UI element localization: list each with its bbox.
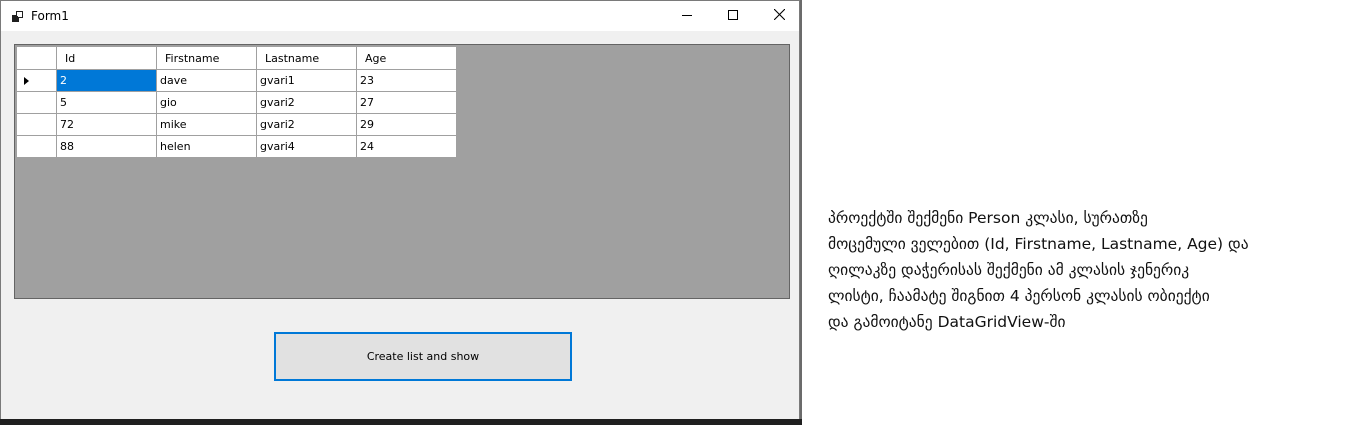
table-row[interactable]: 2 dave gvari1 23: [16, 69, 457, 92]
cell-firstname[interactable]: helen: [156, 135, 257, 158]
row-header[interactable]: [16, 69, 57, 92]
window-title: Form1: [31, 9, 69, 23]
row-header[interactable]: [16, 135, 57, 158]
minimize-icon: [682, 9, 692, 23]
winforms-app-icon: [12, 11, 23, 22]
instruction-line: პროექტში შექმენი Person კლასი, სურათზე: [828, 209, 1148, 227]
row-header[interactable]: [16, 91, 57, 114]
window-shadow-edge: [800, 0, 802, 425]
cell-firstname[interactable]: dave: [156, 69, 257, 92]
title-bar[interactable]: Form1: [1, 1, 799, 31]
table-row[interactable]: 5 gio gvari2 27: [16, 91, 457, 114]
cell-id[interactable]: 72: [56, 113, 157, 136]
column-header-lastname[interactable]: Lastname: [256, 46, 357, 70]
table-row[interactable]: 72 mike gvari2 29: [16, 113, 457, 136]
close-icon: [773, 8, 785, 23]
window-bottom-edge: [0, 419, 802, 425]
cell-lastname[interactable]: gvari2: [256, 113, 357, 136]
data-grid-view[interactable]: Id Firstname Lastname Age 2 dave gvari1 …: [14, 44, 790, 299]
cell-age[interactable]: 23: [356, 69, 457, 92]
instruction-line: ლისტი, ჩაამატე შიგნით 4 პერსონ კლასის ობ…: [828, 287, 1210, 305]
column-header-age[interactable]: Age: [356, 46, 457, 70]
row-header[interactable]: [16, 113, 57, 136]
cell-id[interactable]: 5: [56, 91, 157, 114]
cell-age[interactable]: 29: [356, 113, 457, 136]
table-row[interactable]: 88 helen gvari4 24: [16, 135, 457, 158]
grid-header-row: Id Firstname Lastname Age: [16, 46, 457, 70]
cell-firstname[interactable]: gio: [156, 91, 257, 114]
instruction-line: და გამოიტანე DataGridView-ში: [828, 313, 1066, 331]
column-header-firstname[interactable]: Firstname: [156, 46, 257, 70]
grid-table: Id Firstname Lastname Age 2 dave gvari1 …: [16, 46, 457, 158]
minimize-button[interactable]: [664, 1, 710, 31]
instruction-line: მოცემული ველებით (Id, Firstname, Lastnam…: [828, 235, 1249, 253]
cell-lastname[interactable]: gvari2: [256, 91, 357, 114]
create-list-button[interactable]: Create list and show: [274, 332, 572, 381]
row-pointer-icon: [24, 76, 29, 85]
cell-lastname[interactable]: gvari1: [256, 69, 357, 92]
maximize-button[interactable]: [710, 1, 756, 31]
cell-firstname[interactable]: mike: [156, 113, 257, 136]
cell-age[interactable]: 27: [356, 91, 457, 114]
task-instructions: პროექტში შექმენი Person კლასი, სურათზე მ…: [828, 205, 1333, 335]
cell-age[interactable]: 24: [356, 135, 457, 158]
column-header-id[interactable]: Id: [56, 46, 157, 70]
instruction-line: ღილაკზე დაჭერისას შექმენი ამ კლასის ჯენე…: [828, 261, 1190, 279]
cell-lastname[interactable]: gvari4: [256, 135, 357, 158]
cell-id[interactable]: 88: [56, 135, 157, 158]
form-window: Form1 Id Firstname Lastname Age 2 dave g…: [0, 0, 800, 419]
maximize-icon: [728, 9, 738, 23]
cell-id[interactable]: 2: [56, 69, 157, 92]
grid-corner-header[interactable]: [16, 46, 57, 70]
close-button[interactable]: [756, 1, 802, 31]
